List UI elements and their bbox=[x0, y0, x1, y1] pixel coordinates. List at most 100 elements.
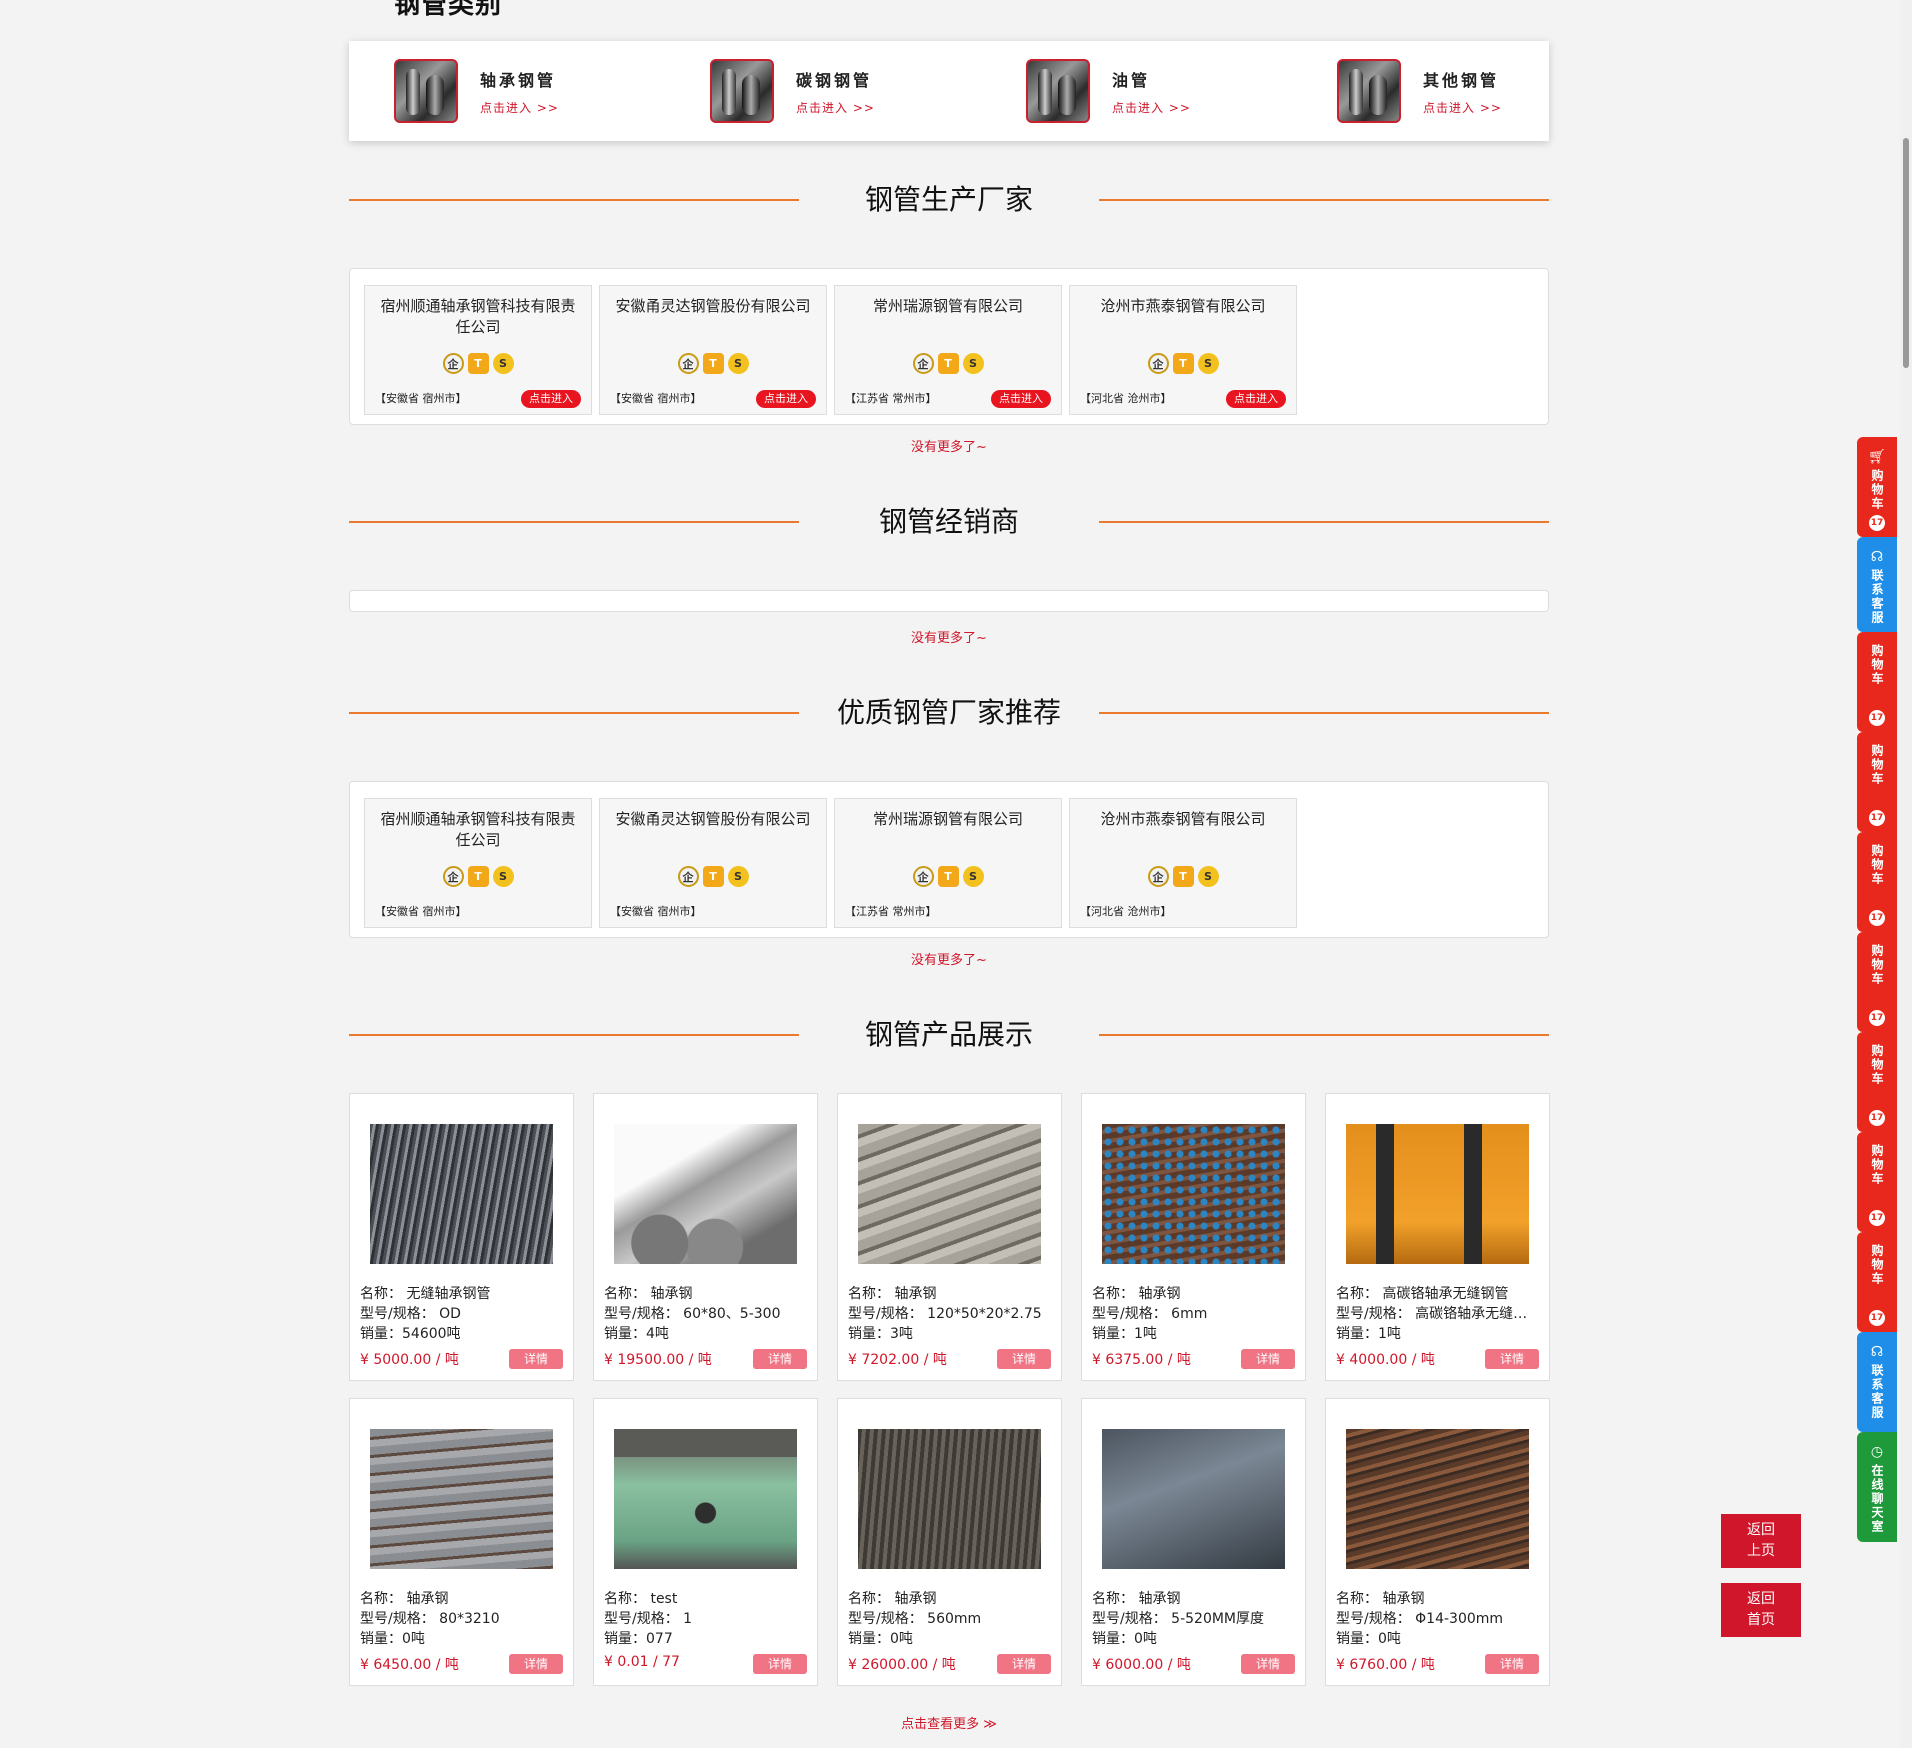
manufacturers-header: 钢管生产厂家 bbox=[349, 180, 1549, 220]
product-card[interactable]: 名称： 轴承钢 型号/规格： 80*3210 销量：0吨 ¥ 6450.00 /… bbox=[349, 1398, 574, 1686]
manufacturer-name[interactable]: 安徽甬灵达钢管股份有限公司 bbox=[614, 809, 812, 830]
category-name[interactable]: 轴承钢管 bbox=[480, 67, 559, 91]
view-more-link[interactable]: 点击查看更多 ≫ bbox=[349, 1713, 1549, 1732]
detail-button[interactable]: 详情 bbox=[753, 1654, 807, 1674]
cart-label: 购物车 bbox=[1870, 1044, 1884, 1086]
product-image[interactable] bbox=[614, 1124, 797, 1264]
enter-button[interactable]: 点击进入 bbox=[756, 390, 816, 408]
category-image[interactable] bbox=[394, 59, 458, 123]
detail-button[interactable]: 详情 bbox=[1241, 1654, 1295, 1674]
floating-sidebar: 🛒︎ 购物车 17 ☊ 联系客服 购物车 17 购物车 17 购物车 17 购物… bbox=[1857, 437, 1897, 1542]
category-image[interactable] bbox=[1337, 59, 1401, 123]
product-image[interactable] bbox=[370, 1124, 553, 1264]
manufacturer-location: 【安徽省 宿州市】 bbox=[375, 392, 467, 405]
product-card[interactable]: 名称： 轴承钢 型号/规格： 560mm 销量：0吨 ¥ 26000.00 / … bbox=[837, 1398, 1062, 1686]
product-card[interactable]: 名称： 轴承钢 型号/规格： 120*50*20*2.75 销量：3吨 ¥ 72… bbox=[837, 1093, 1062, 1381]
product-card[interactable]: 名称： 轴承钢 型号/规格： 6mm 销量：1吨 ¥ 6375.00 / 吨 详… bbox=[1081, 1093, 1306, 1381]
page-scrollbar[interactable] bbox=[1900, 0, 1912, 1748]
product-image[interactable] bbox=[1102, 1124, 1285, 1264]
customer-service-button[interactable]: ☊ 联系客服 bbox=[1857, 1332, 1897, 1432]
product-image[interactable] bbox=[858, 1429, 1041, 1569]
manufacturer-name[interactable]: 常州瑞源钢管有限公司 bbox=[849, 296, 1047, 317]
product-image[interactable] bbox=[1102, 1429, 1285, 1569]
detail-button[interactable]: 详情 bbox=[1485, 1349, 1539, 1369]
online-chat-button[interactable]: ◷ 在线聊天室 bbox=[1857, 1432, 1897, 1542]
manufacturer-card[interactable]: 安徽甬灵达钢管股份有限公司 企 T S 【安徽省 宿州市】 点击进入 bbox=[599, 285, 827, 415]
cart-button[interactable]: 购物车 17 bbox=[1857, 932, 1897, 1032]
detail-button[interactable]: 详情 bbox=[997, 1654, 1051, 1674]
product-image[interactable] bbox=[1346, 1429, 1529, 1569]
detail-button[interactable]: 详情 bbox=[1485, 1654, 1539, 1674]
recommended-header: 优质钢管厂家推荐 bbox=[349, 693, 1549, 733]
manufacturer-name[interactable]: 沧州市燕泰钢管有限公司 bbox=[1084, 809, 1282, 830]
trust-badge-icon: T bbox=[937, 353, 959, 374]
manufacturer-location: 【安徽省 宿州市】 bbox=[610, 905, 702, 918]
manufacturer-location: 【江苏省 常州市】 bbox=[845, 905, 937, 918]
detail-button[interactable]: 详情 bbox=[509, 1654, 563, 1674]
product-card[interactable]: 名称： 轴承钢 型号/规格： Φ14-300mm 销量：0吨 ¥ 6760.00… bbox=[1325, 1398, 1550, 1686]
product-sales: 销量：3吨 bbox=[848, 1326, 913, 1342]
product-card[interactable]: 名称： test 型号/规格： 1 销量：077 ¥ 0.01 / 77 详情 bbox=[593, 1398, 818, 1686]
product-card[interactable]: 名称： 轴承钢 型号/规格： 60*80、5-300 销量：4吨 ¥ 19500… bbox=[593, 1093, 818, 1381]
detail-button[interactable]: 详情 bbox=[997, 1349, 1051, 1369]
scrollbar-thumb[interactable] bbox=[1903, 138, 1909, 368]
cart-button[interactable]: 购物车 17 bbox=[1857, 1232, 1897, 1332]
category-name[interactable]: 油管 bbox=[1112, 67, 1191, 91]
customer-service-button[interactable]: ☊ 联系客服 bbox=[1857, 537, 1897, 632]
manufacturer-name[interactable]: 宿州顺通轴承钢管科技有限责任公司 bbox=[379, 809, 577, 851]
cart-count-badge: 17 bbox=[1869, 810, 1885, 826]
category-image[interactable] bbox=[710, 59, 774, 123]
cart-label: 购物车 bbox=[1870, 944, 1884, 986]
recommended-card[interactable]: 宿州顺通轴承钢管科技有限责任公司 企 T S 【安徽省 宿州市】 bbox=[364, 798, 592, 928]
cart-button[interactable]: 购物车 17 bbox=[1857, 732, 1897, 832]
category-carbon-steel-tube[interactable]: 碳钢钢管 点击进入 >> bbox=[710, 58, 875, 124]
category-enter-link[interactable]: 点击进入 >> bbox=[1112, 99, 1191, 116]
product-card[interactable]: 名称： 高碳铬轴承无缝钢管 型号/规格： 高碳铬轴承无缝钢管 销量：1吨 ¥ 4… bbox=[1325, 1093, 1550, 1381]
category-name[interactable]: 碳钢钢管 bbox=[796, 67, 875, 91]
detail-button[interactable]: 详情 bbox=[753, 1349, 807, 1369]
detail-button[interactable]: 详情 bbox=[509, 1349, 563, 1369]
cart-button[interactable]: 购物车 17 bbox=[1857, 1132, 1897, 1232]
enter-button[interactable]: 点击进入 bbox=[991, 390, 1051, 408]
category-bearing-tube[interactable]: 轴承钢管 点击进入 >> bbox=[394, 58, 559, 124]
enter-button[interactable]: 点击进入 bbox=[1226, 390, 1286, 408]
category-enter-link[interactable]: 点击进入 >> bbox=[796, 99, 875, 116]
product-card[interactable]: 名称： 轴承钢 型号/规格： 5-520MM厚度 销量：0吨 ¥ 6000.00… bbox=[1081, 1398, 1306, 1686]
manufacturer-name[interactable]: 安徽甬灵达钢管股份有限公司 bbox=[614, 296, 812, 317]
product-image[interactable] bbox=[858, 1124, 1041, 1264]
manufacturer-card[interactable]: 宿州顺通轴承钢管科技有限责任公司 企 T S 【安徽省 宿州市】 点击进入 bbox=[364, 285, 592, 415]
back-to-home-button[interactable]: 返回 首页 bbox=[1721, 1583, 1801, 1637]
manufacturer-card[interactable]: 常州瑞源钢管有限公司 企 T S 【江苏省 常州市】 点击进入 bbox=[834, 285, 1062, 415]
recommended-card[interactable]: 安徽甬灵达钢管股份有限公司 企 T S 【安徽省 宿州市】 bbox=[599, 798, 827, 928]
manufacturer-card[interactable]: 沧州市燕泰钢管有限公司 企 T S 【河北省 沧州市】 点击进入 bbox=[1069, 285, 1297, 415]
category-other-tube[interactable]: 其他钢管 点击进入 >> bbox=[1337, 58, 1502, 124]
back-prev-line1: 返回 bbox=[1747, 1522, 1775, 1538]
manufacturer-name[interactable]: 沧州市燕泰钢管有限公司 bbox=[1084, 296, 1282, 317]
category-oil-tube[interactable]: 油管 点击进入 >> bbox=[1026, 58, 1191, 124]
product-name: 名称： 轴承钢 bbox=[1092, 1286, 1181, 1302]
cart-button[interactable]: 购物车 17 bbox=[1857, 1032, 1897, 1132]
product-image[interactable] bbox=[370, 1429, 553, 1569]
recommended-card[interactable]: 常州瑞源钢管有限公司 企 T S 【江苏省 常州市】 bbox=[834, 798, 1062, 928]
product-price: ¥ 5000.00 / 吨 bbox=[360, 1352, 459, 1368]
cart-button[interactable]: 购物车 17 bbox=[1857, 832, 1897, 932]
product-card[interactable]: 名称： 无缝轴承钢管 型号/规格： OD 销量：54600吨 ¥ 5000.00… bbox=[349, 1093, 574, 1381]
back-to-previous-button[interactable]: 返回 上页 bbox=[1721, 1514, 1801, 1568]
product-image[interactable] bbox=[614, 1429, 797, 1569]
product-image[interactable] bbox=[1346, 1124, 1529, 1264]
manufacturer-name[interactable]: 宿州顺通轴承钢管科技有限责任公司 bbox=[379, 296, 577, 338]
recommended-card[interactable]: 沧州市燕泰钢管有限公司 企 T S 【河北省 沧州市】 bbox=[1069, 798, 1297, 928]
detail-button[interactable]: 详情 bbox=[1241, 1349, 1295, 1369]
product-sales: 销量：0吨 bbox=[360, 1631, 425, 1647]
enter-button[interactable]: 点击进入 bbox=[521, 390, 581, 408]
enterprise-badge-icon: 企 bbox=[677, 866, 699, 887]
cart-button[interactable]: 🛒︎ 购物车 17 bbox=[1857, 437, 1897, 537]
cart-button[interactable]: 购物车 17 bbox=[1857, 632, 1897, 732]
trust-badge-icon: T bbox=[702, 353, 724, 374]
category-enter-link[interactable]: 点击进入 >> bbox=[480, 99, 559, 116]
product-sales: 销量：1吨 bbox=[1336, 1326, 1401, 1342]
manufacturer-name[interactable]: 常州瑞源钢管有限公司 bbox=[849, 809, 1047, 830]
category-enter-link[interactable]: 点击进入 >> bbox=[1423, 99, 1502, 116]
category-image[interactable] bbox=[1026, 59, 1090, 123]
category-name[interactable]: 其他钢管 bbox=[1423, 67, 1502, 91]
